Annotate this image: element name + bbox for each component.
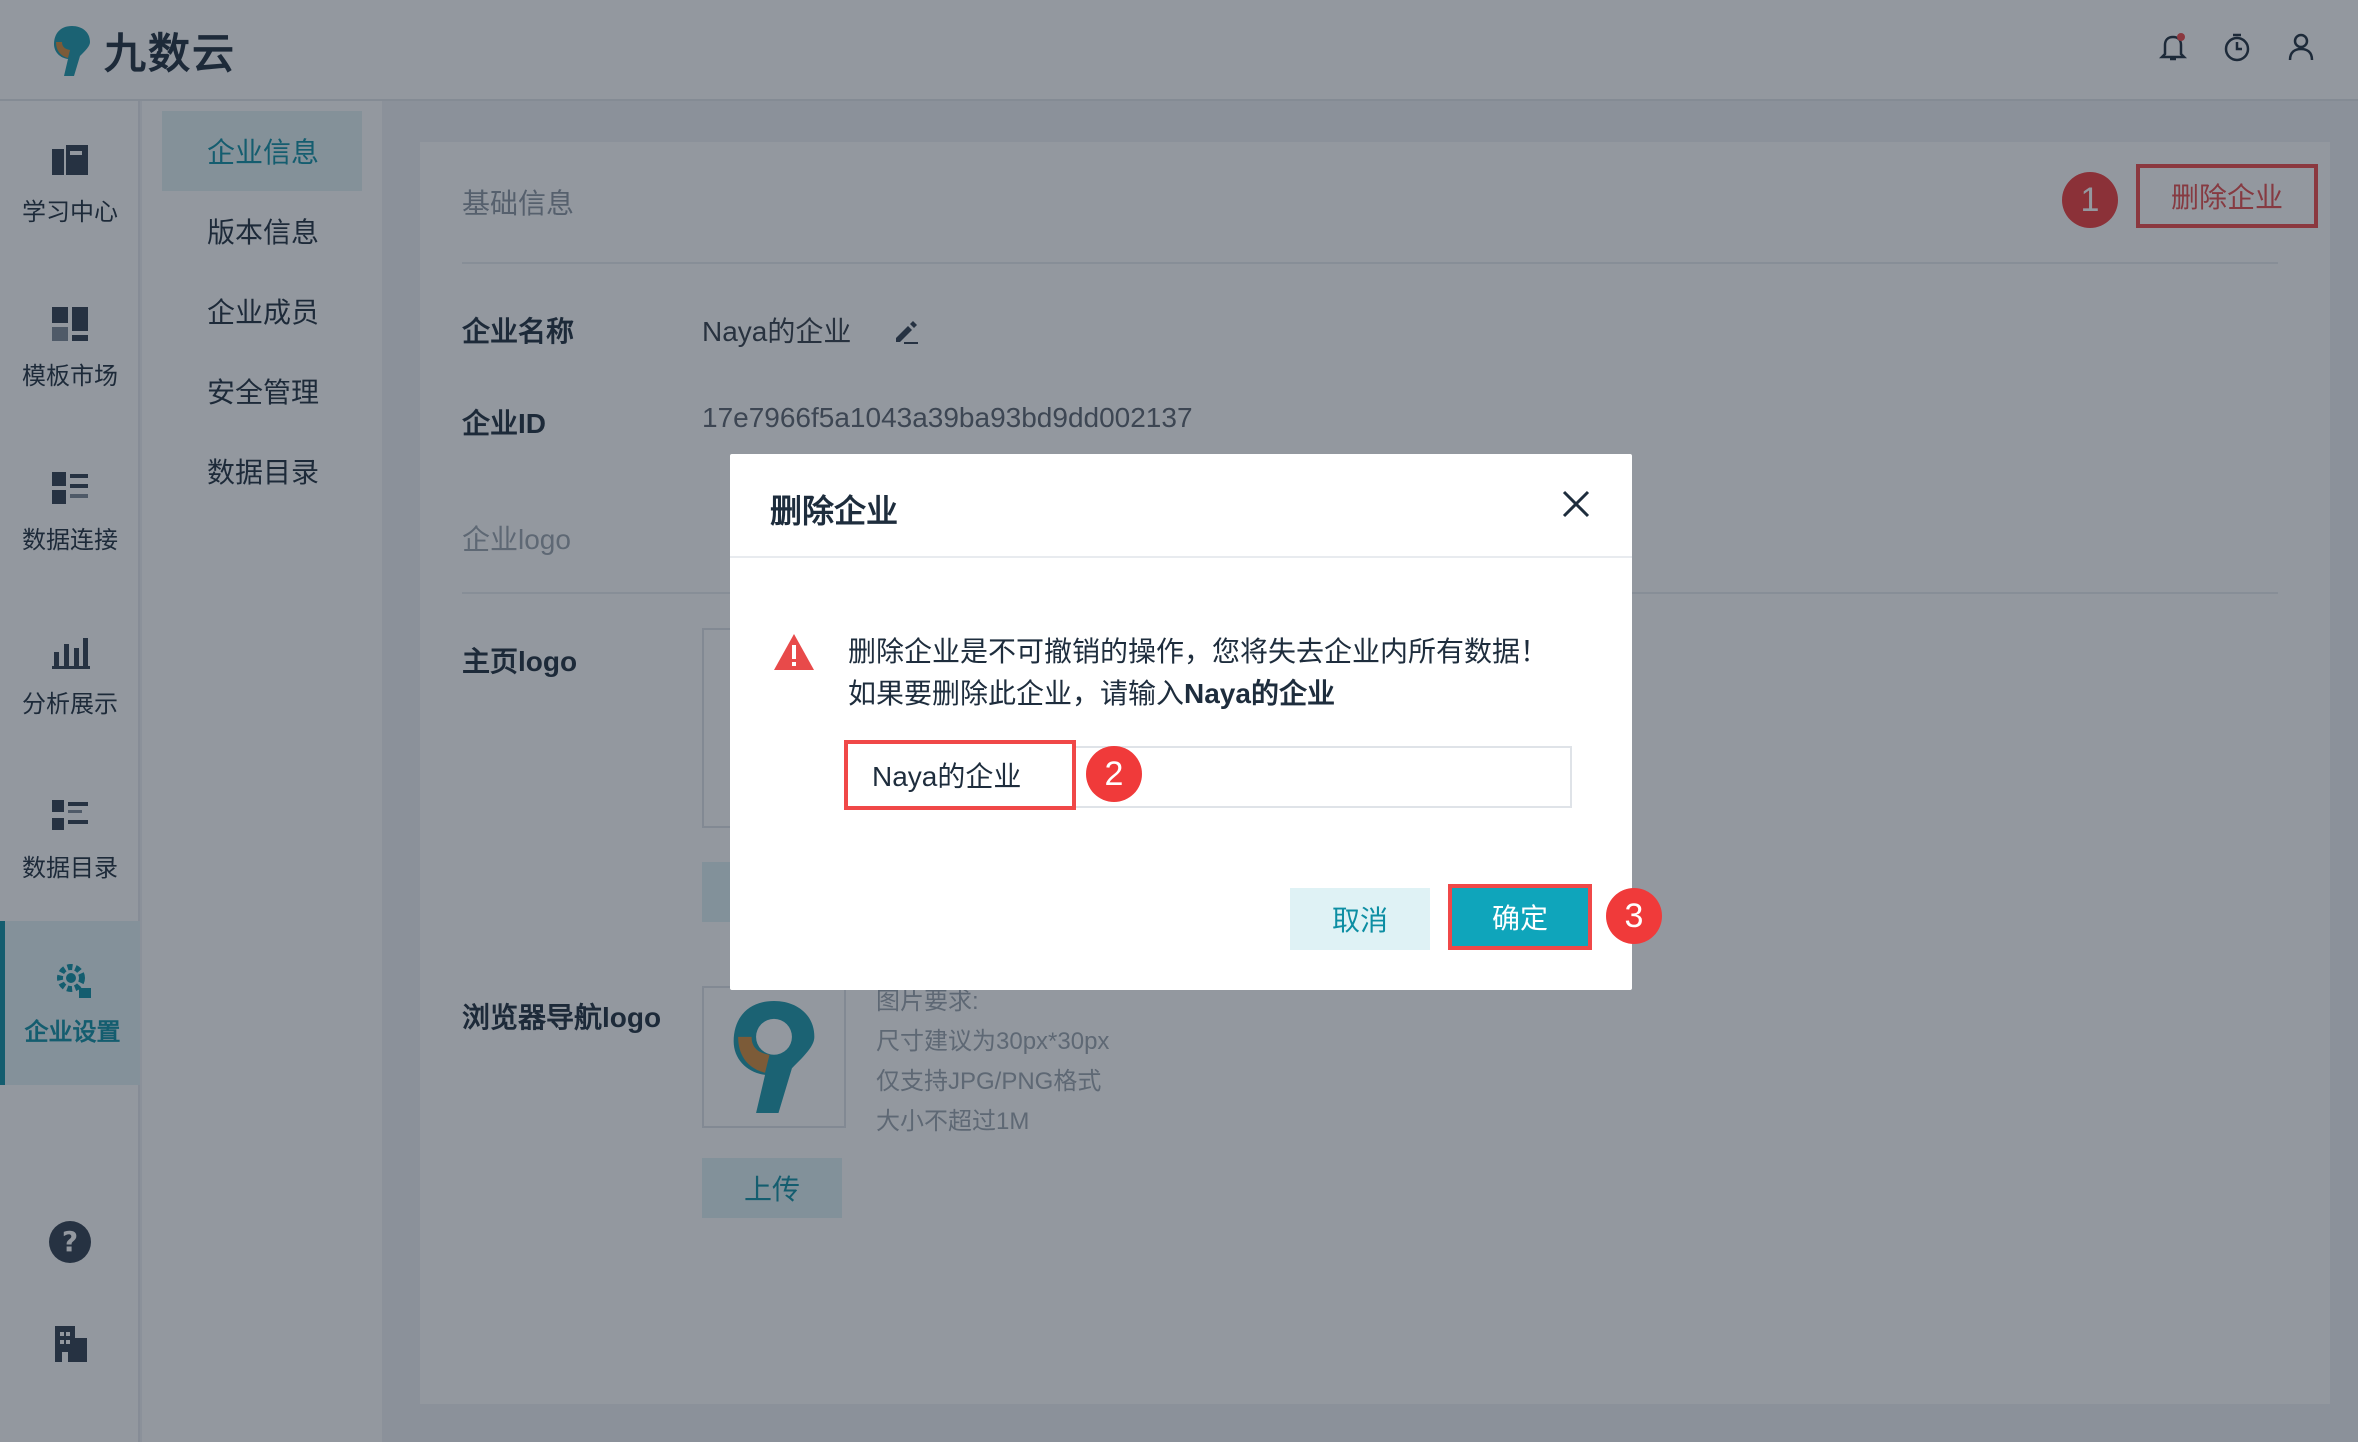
warning-text: 删除企业是不可撤销的操作，您将失去企业内所有数据！ [848,636,1549,667]
step-badge-3: 3 [1606,888,1662,944]
cancel-button[interactable]: 取消 [1290,888,1430,950]
dialog-title: 删除企业 [770,493,899,529]
confirm-name-input-value[interactable]: Naya的企业 [844,740,1076,810]
confirm-instruction-prefix: 如果要删除此企业，请输入 [848,678,1185,709]
close-icon[interactable] [1560,488,1592,520]
confirm-instruction: 如果要删除此企业，请输入Naya的企业 [848,672,1335,712]
confirm-button[interactable]: 确定 [1448,884,1592,950]
delete-company-dialog: 删除企业 删除企业是不可撤销的操作，您将失去企业内所有数据！ 如果要删除此企业，… [730,454,1662,990]
step-badge-2: 2 [1086,746,1142,802]
confirm-company-name: Naya的企业 [1184,678,1335,709]
warning-icon [772,632,816,672]
dialog-divider [730,556,1632,558]
